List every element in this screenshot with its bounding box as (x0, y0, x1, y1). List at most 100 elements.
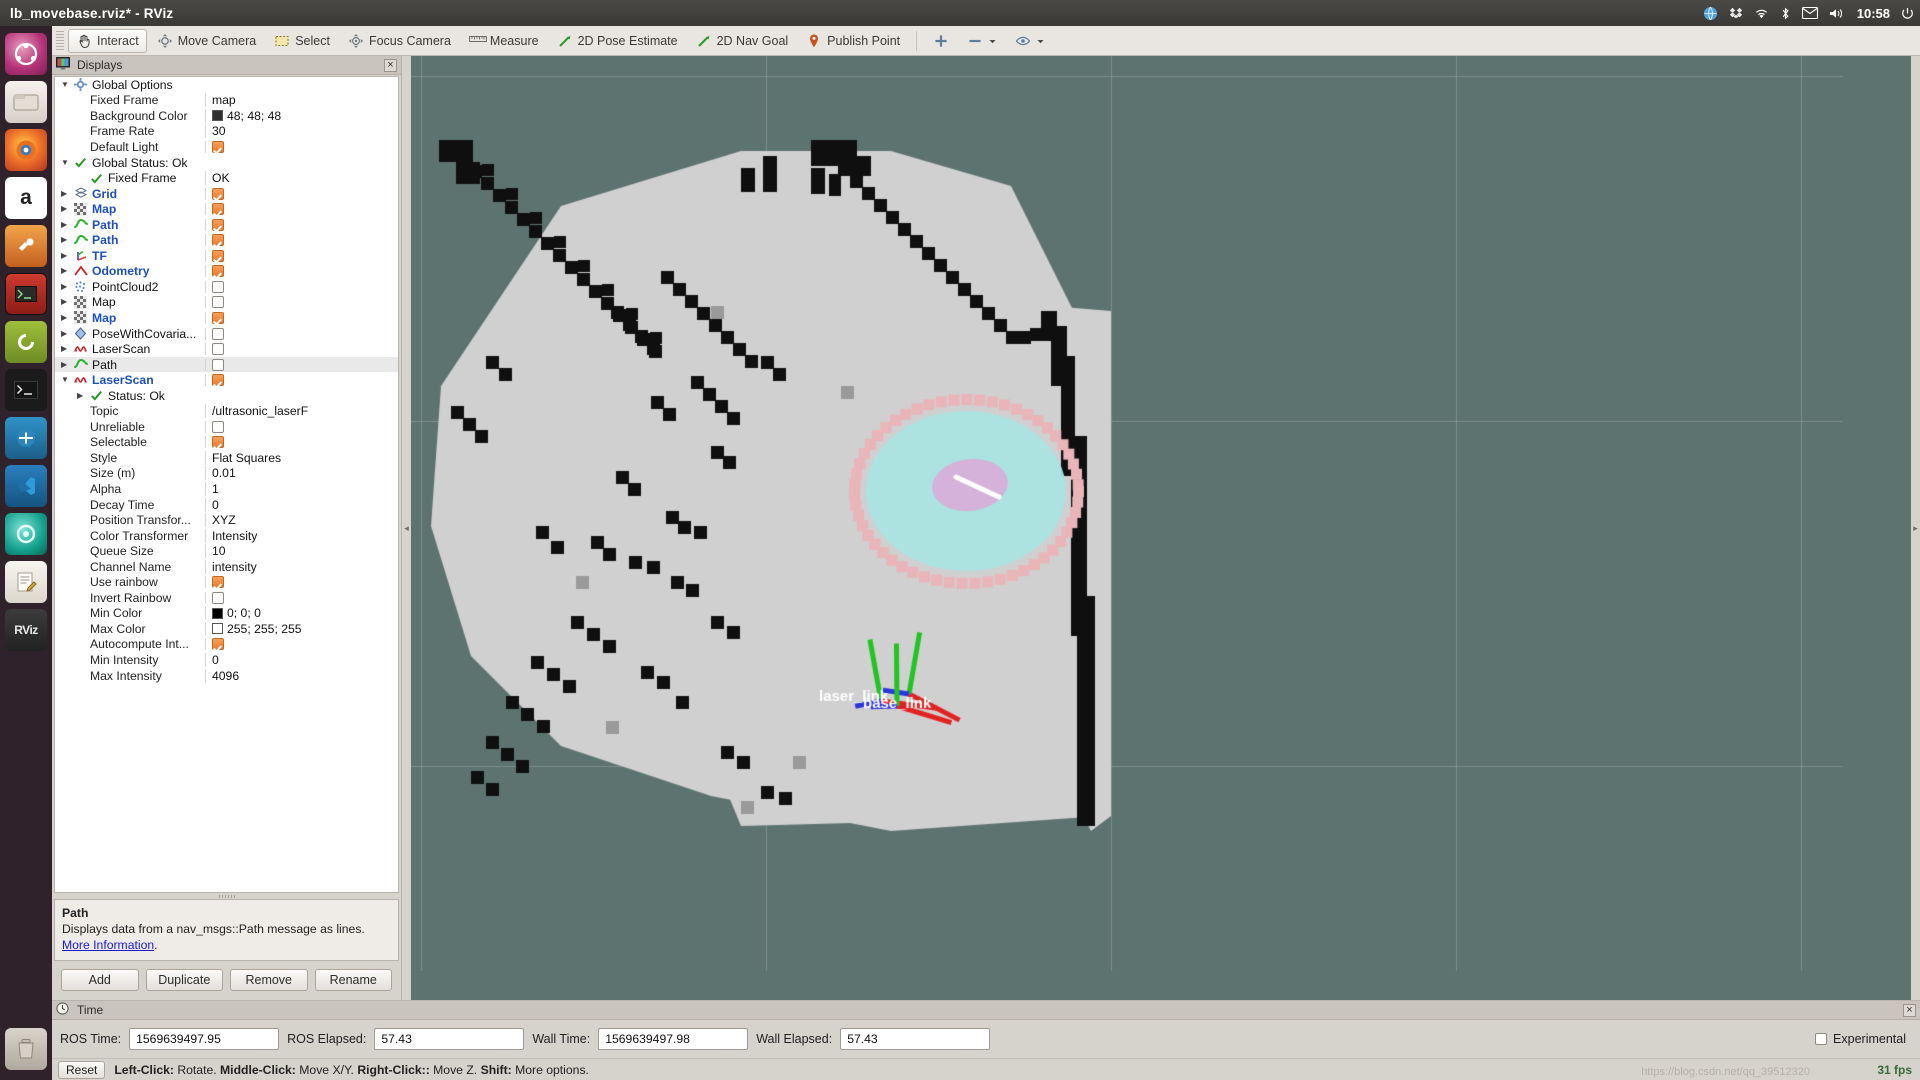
chevron-right-icon[interactable]: ▶ (61, 221, 70, 229)
tree-row[interactable]: ▶Status: Ok (55, 388, 398, 404)
tree-row-value[interactable]: intensity (205, 560, 398, 574)
displays-tree-container[interactable]: ▼Global OptionsFixed FramemapBackground … (54, 76, 399, 893)
tree-row-value[interactable]: 48; 48; 48 (205, 109, 398, 123)
chevron-right-icon[interactable]: ▶ (61, 190, 70, 198)
chevron-down-icon[interactable] (1036, 33, 1045, 49)
tree-row-value[interactable]: Flat Squares (205, 451, 398, 465)
tree-row[interactable]: ▶Path (55, 232, 398, 248)
tree-row-value[interactable]: OK (205, 171, 398, 185)
tree-row[interactable]: Color TransformerIntensity (55, 528, 398, 544)
launcher-item-cyan-app[interactable] (5, 417, 47, 459)
wall-time-input[interactable]: 1569639497.98 (598, 1028, 748, 1050)
remove-display-button[interactable]: Remove (230, 969, 308, 991)
checkbox[interactable] (212, 421, 224, 433)
checkbox[interactable] (212, 250, 224, 262)
checkbox[interactable] (212, 219, 224, 231)
right-dock-collapse-handle[interactable]: ▸ (1911, 56, 1920, 1000)
launcher-item-rviz[interactable]: RViz (5, 609, 47, 651)
clock[interactable]: 10:58 (1857, 6, 1890, 21)
tree-row[interactable]: ▶Grid (55, 186, 398, 202)
launcher-item-gitkraken[interactable] (5, 321, 47, 363)
reset-button[interactable]: Reset (58, 1061, 105, 1079)
tree-row[interactable]: Invert Rainbow (55, 590, 398, 606)
tree-row[interactable]: ▶LaserScan (55, 341, 398, 357)
tool-button-measure[interactable]: Measure (461, 29, 547, 53)
launcher-item-amazon[interactable]: a (5, 177, 47, 219)
tree-row[interactable]: ▶PoseWithCovaria... (55, 326, 398, 342)
tree-row[interactable]: ▶Odometry (55, 264, 398, 280)
more-information-link[interactable]: More Information (62, 938, 154, 952)
rename-display-button[interactable]: Rename (315, 969, 393, 991)
launcher-item-terminal[interactable] (5, 369, 47, 411)
checkbox[interactable] (212, 576, 224, 588)
tree-row[interactable]: Background Color48; 48; 48 (55, 108, 398, 124)
tree-row-value[interactable] (205, 359, 398, 371)
toolbar-drag-handle[interactable] (56, 31, 64, 51)
experimental-checkbox[interactable] (1815, 1033, 1827, 1045)
dropbox-icon[interactable] (1729, 6, 1743, 20)
checkbox[interactable] (212, 328, 224, 340)
chevron-down-icon[interactable] (988, 33, 997, 49)
tree-row[interactable]: ▼LaserScan (55, 372, 398, 388)
mail-icon[interactable] (1802, 7, 1818, 19)
tree-row[interactable]: Decay Time0 (55, 497, 398, 513)
experimental-checkbox-wrap[interactable]: Experimental (1815, 1032, 1912, 1046)
tree-row-value[interactable] (205, 203, 398, 215)
checkbox[interactable] (212, 188, 224, 200)
tree-row[interactable]: ▶TF (55, 248, 398, 264)
chevron-right-icon[interactable]: ▶ (61, 283, 70, 291)
tree-row[interactable]: Unreliable (55, 419, 398, 435)
checkbox[interactable] (212, 281, 224, 293)
map-canvas[interactable] (411, 56, 1843, 971)
launcher-item-trash[interactable] (5, 1028, 47, 1070)
tree-row[interactable]: Autocompute Int... (55, 637, 398, 653)
tree-row[interactable]: Queue Size10 (55, 543, 398, 559)
checkbox[interactable] (212, 141, 224, 153)
checkbox[interactable] (212, 436, 224, 448)
render-view-3d[interactable] (411, 56, 1911, 1000)
chevron-right-icon[interactable]: ▶ (61, 330, 70, 338)
volume-icon[interactable] (1829, 7, 1844, 20)
tree-row-value[interactable]: 30 (205, 124, 398, 138)
checkbox[interactable] (212, 203, 224, 215)
ros-time-input[interactable]: 1569639497.95 (129, 1028, 279, 1050)
chevron-right-icon[interactable]: ▶ (77, 392, 86, 400)
tool-button-2d-pose-estimate[interactable]: 2D Pose Estimate (549, 29, 686, 53)
tree-row[interactable]: ▶Path (55, 217, 398, 233)
tree-row-value[interactable] (205, 234, 398, 246)
checkbox[interactable] (212, 312, 224, 324)
launcher-item-vscode[interactable] (5, 465, 47, 507)
chevron-right-icon[interactable]: ▶ (61, 345, 70, 353)
checkbox[interactable] (212, 296, 224, 308)
tool-button-move-camera[interactable]: Move Camera (149, 29, 265, 53)
wifi-icon[interactable] (1754, 7, 1769, 20)
tree-row[interactable]: Fixed Framemap (55, 93, 398, 109)
toolbar-visibility-button[interactable] (1007, 29, 1053, 53)
tree-row[interactable]: Min Color0; 0; 0 (55, 606, 398, 622)
tree-row-value[interactable]: Intensity (205, 529, 398, 543)
launcher-item-text-editor[interactable] (5, 561, 47, 603)
tree-row[interactable]: Size (m)0.01 (55, 466, 398, 482)
toolbar-add-tool-button[interactable] (925, 29, 957, 53)
bluetooth-icon[interactable] (1780, 6, 1791, 21)
launcher-item-teal-app[interactable] (5, 513, 47, 555)
tree-row-value[interactable]: 10 (205, 544, 398, 558)
tree-row-value[interactable] (205, 328, 398, 340)
launcher-item-terminal-red[interactable] (5, 273, 47, 315)
tree-row-value[interactable] (205, 296, 398, 308)
launcher-item-files[interactable] (5, 81, 47, 123)
tree-row[interactable]: ▶Map (55, 310, 398, 326)
tree-row-value[interactable]: 1 (205, 482, 398, 496)
chevron-down-icon[interactable]: ▼ (61, 81, 70, 89)
tool-button-publish-point[interactable]: Publish Point (798, 29, 908, 53)
chevron-down-icon[interactable]: ▼ (61, 159, 70, 167)
left-dock-collapse-handle[interactable]: ◂ (402, 56, 411, 1000)
checkbox[interactable] (212, 592, 224, 604)
tree-row[interactable]: ▶PointCloud2 (55, 279, 398, 295)
chevron-right-icon[interactable]: ▶ (61, 236, 70, 244)
tree-row-value[interactable]: 255; 255; 255 (205, 622, 398, 636)
add-display-button[interactable]: Add (61, 969, 139, 991)
launcher-item-firefox[interactable] (5, 129, 47, 171)
chevron-right-icon[interactable]: ▶ (61, 205, 70, 213)
toolbar-remove-tool-button[interactable] (959, 29, 1005, 53)
